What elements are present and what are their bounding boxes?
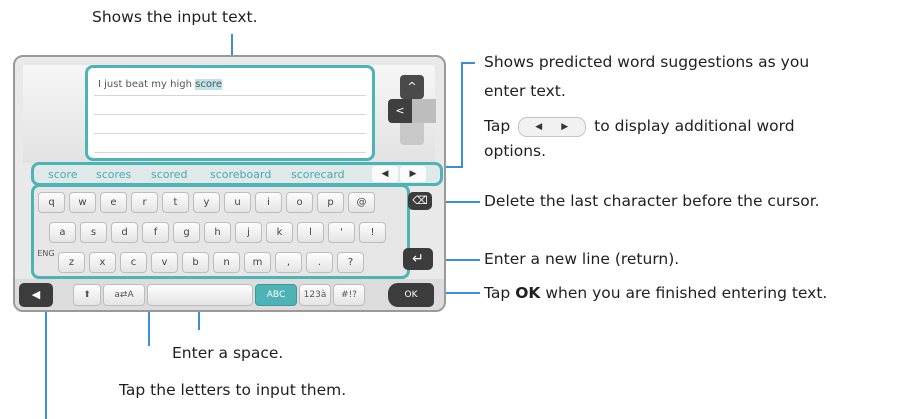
delete-key-icon[interactable]: ⌫ <box>408 192 432 210</box>
callout-input-text: Shows the input text. <box>92 8 258 26</box>
key-2-7[interactable]: j <box>235 222 262 243</box>
callout-tap-arrows: Tap ◀ ▶ to display additional word <box>484 115 795 137</box>
text-line <box>94 152 366 153</box>
dpad-left-icon[interactable]: < <box>388 99 412 123</box>
mode-abc-key[interactable]: ABC <box>255 284 297 306</box>
callout-ok: Tap OK when you are finished entering te… <box>484 282 827 304</box>
callout-predicted-1: Shows predicted word suggestions as you <box>484 53 810 71</box>
ok-suffix: when you are finished entering text. <box>545 284 828 302</box>
key-2-10[interactable]: ' <box>328 222 355 243</box>
dpad-down-icon[interactable] <box>400 123 424 145</box>
key-3-6[interactable]: n <box>213 252 240 273</box>
inline-arrows-pill: ◀ ▶ <box>518 116 587 137</box>
key-1-1[interactable]: q <box>38 192 65 213</box>
back-key-icon[interactable]: ◀ <box>19 283 53 307</box>
prediction-word[interactable]: score <box>48 168 78 181</box>
case-toggle-key[interactable]: a⇄A <box>103 284 145 306</box>
dpad-center <box>412 99 436 123</box>
text-line <box>94 95 366 96</box>
line-predictions-top <box>461 62 475 64</box>
bottom-bar: ◀ ⬆ a⇄A ABC 123à #!? OK <box>15 279 444 310</box>
key-2-5[interactable]: g <box>173 222 200 243</box>
key-3-7[interactable]: m <box>244 252 271 273</box>
prediction-next-icon[interactable]: ▶ <box>400 166 426 182</box>
tap-suffix: to display additional word <box>594 117 795 135</box>
text-line <box>94 114 366 115</box>
key-2-11[interactable]: ! <box>359 222 386 243</box>
key-1-2[interactable]: w <box>69 192 96 213</box>
lang-key[interactable]: ENG <box>34 249 58 258</box>
key-2-9[interactable]: l <box>297 222 324 243</box>
space-key[interactable] <box>147 284 253 306</box>
key-3-2[interactable]: x <box>89 252 116 273</box>
line-predictions-v <box>461 62 463 168</box>
key-2-6[interactable]: h <box>204 222 231 243</box>
key-1-10[interactable]: p <box>317 192 344 213</box>
tap-prefix: Tap <box>484 117 511 135</box>
cursor-dpad[interactable]: ^ < <box>388 75 436 149</box>
key-1-7[interactable]: u <box>224 192 251 213</box>
key-3-4[interactable]: v <box>151 252 178 273</box>
key-1-8[interactable]: i <box>255 192 282 213</box>
key-3-9[interactable]: . <box>306 252 333 273</box>
prediction-bar: score scores scored scoreboard scorecard… <box>31 162 443 186</box>
key-2-3[interactable]: d <box>111 222 138 243</box>
prediction-word[interactable]: scored <box>151 168 188 181</box>
typed-text-highlight: score <box>195 79 222 90</box>
callout-space: Enter a space. <box>172 344 284 362</box>
inline-next-arrow-icon: ▶ <box>561 121 569 132</box>
key-1-11[interactable]: @ <box>348 192 375 213</box>
callout-delete: Delete the last character before the cur… <box>484 192 820 210</box>
key-1-9[interactable]: o <box>286 192 313 213</box>
ok-key[interactable]: OK <box>388 283 434 307</box>
key-3-3[interactable]: c <box>120 252 147 273</box>
key-3-5[interactable]: b <box>182 252 209 273</box>
ok-prefix: Tap <box>484 284 511 302</box>
key-3-8[interactable]: , <box>275 252 302 273</box>
letter-keyboard: q w e r t y u i o p @ a s d f g h j k l '! z x c v b n m,.? <box>31 184 410 279</box>
key-3-1[interactable]: z <box>58 252 85 273</box>
gamepad-screen: I just beat my high score ^ < score scor… <box>13 55 446 312</box>
prediction-word[interactable]: scores <box>96 168 131 181</box>
key-1-3[interactable]: e <box>100 192 127 213</box>
inline-prev-arrow-icon: ◀ <box>535 121 543 132</box>
ok-bold: OK <box>515 284 541 302</box>
key-2-8[interactable]: k <box>266 222 293 243</box>
typed-text-body: I just beat my high <box>98 79 196 90</box>
key-1-5[interactable]: t <box>162 192 189 213</box>
callout-letters: Tap the letters to input them. <box>119 381 347 399</box>
key-2-1[interactable]: a <box>49 222 76 243</box>
key-1-6[interactable]: y <box>193 192 220 213</box>
typed-text: I just beat my high score <box>98 79 222 90</box>
prediction-prev-icon[interactable]: ◀ <box>372 166 398 182</box>
mode-123-key[interactable]: 123à <box>299 284 331 306</box>
mode-symbols-key[interactable]: #!? <box>333 284 365 306</box>
callout-tap-options: options. <box>484 142 547 160</box>
return-key-icon[interactable]: ↵ <box>403 248 433 270</box>
text-line <box>94 133 366 134</box>
callout-newline: Enter a new line (return). <box>484 250 680 268</box>
prediction-word[interactable]: scorecard <box>291 168 345 181</box>
key-1-4[interactable]: r <box>131 192 158 213</box>
callout-predicted-2: enter text. <box>484 82 566 100</box>
key-2-2[interactable]: s <box>80 222 107 243</box>
dpad-up-icon[interactable]: ^ <box>400 75 424 99</box>
key-3-10[interactable]: ? <box>337 252 364 273</box>
shift-key-icon[interactable]: ⬆ <box>73 284 101 306</box>
text-input-box[interactable]: I just beat my high score <box>85 65 375 161</box>
key-2-4[interactable]: f <box>142 222 169 243</box>
prediction-word[interactable]: scoreboard <box>210 168 271 181</box>
